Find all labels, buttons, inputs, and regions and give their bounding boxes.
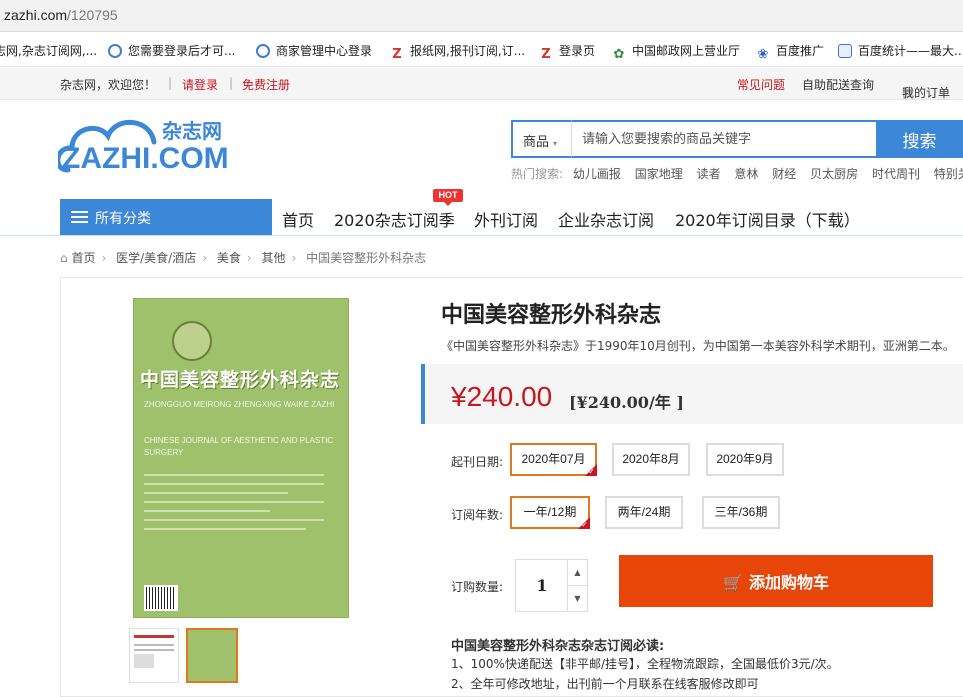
welcome-text: 杂志网，欢迎您！: [60, 78, 157, 92]
svg-text:杂志网: 杂志网: [162, 119, 222, 143]
start-option-selected[interactable]: 2020年07月 ✓: [510, 443, 597, 476]
barcode-icon: [144, 585, 178, 611]
menu-icon: [71, 211, 88, 223]
bookmark-icon: [838, 44, 852, 58]
check-icon: ✓: [581, 520, 588, 529]
cloud-logo-icon: ZAZHI.COM 杂志网: [55, 119, 229, 175]
period-option[interactable]: 两年/24期: [605, 496, 683, 529]
hot-word[interactable]: 财经: [772, 167, 796, 181]
bookmark-icon: [256, 44, 270, 58]
search-input[interactable]: [571, 120, 876, 158]
faq-link[interactable]: 常见问题: [737, 76, 785, 93]
hot-word[interactable]: 贝太厨房: [810, 167, 858, 181]
bookmark-icon: ❀: [757, 47, 769, 62]
hot-word[interactable]: 幼儿画报: [573, 167, 621, 181]
breadcrumb-item[interactable]: 其他: [262, 251, 286, 265]
site-logo[interactable]: ZAZHI.COM 杂志网: [55, 112, 258, 175]
hot-word[interactable]: 国家地理: [635, 167, 683, 181]
divider: |: [229, 76, 234, 90]
product-description: 《中国美容整形外科杂志》于1990年10月创刊，为中国第一本美容外科学术期刊，亚…: [441, 339, 955, 353]
cart-icon: 🛒: [723, 573, 743, 592]
breadcrumb-item[interactable]: 美食: [217, 251, 241, 265]
start-date-label: 起刊日期:: [451, 455, 504, 469]
quantity-value[interactable]: 1: [516, 576, 568, 595]
cover-title: 中国美容整形外科杂志: [140, 369, 341, 391]
cover-contents: [144, 474, 324, 537]
price-per-year: [¥240.00/年 ]: [569, 393, 684, 412]
breadcrumb-current: 中国美容整形外科杂志: [306, 251, 427, 265]
hot-word[interactable]: 意林: [734, 167, 758, 181]
add-to-cart-button[interactable]: 🛒 添加购物车: [619, 555, 933, 607]
notice-title: 中国美容整形外科杂志杂志订阅必读:: [451, 639, 665, 654]
period-option[interactable]: 三年/36期: [702, 496, 780, 529]
start-option[interactable]: 2020年8月: [612, 443, 690, 476]
bookmark-icon: Z: [392, 47, 402, 62]
bookmark-item[interactable]: Z 报纸网,报刊订阅,订...: [390, 42, 525, 62]
increment-icon[interactable]: ▲: [567, 560, 587, 586]
svg-text:ZAZHI.COM: ZAZHI.COM: [62, 142, 229, 174]
decrement-icon[interactable]: ▼: [567, 586, 587, 612]
nav-link-enterprise[interactable]: 企业杂志订阅: [558, 207, 654, 231]
product-cover-image[interactable]: 中国美容整形外科杂志 ZHONGGUO MEIRONG ZHENGXING WA…: [133, 298, 349, 618]
bookmark-item[interactable]: 志网,杂志订阅网,...: [0, 42, 97, 59]
product-title: 中国美容整形外科杂志: [441, 303, 662, 328]
hot-word[interactable]: 时代周刊: [872, 167, 920, 181]
notice-line: 1、100%快递配送【非平邮/挂号】，全程物流跟踪，全国最低价3元/次。: [451, 657, 839, 671]
notice-line: 2、全年可修改地址，出刊前一个月联系在线客服修改即可: [451, 677, 759, 691]
login-link[interactable]: 请登录: [182, 76, 218, 93]
bookmark-item[interactable]: 商家管理中心登录: [256, 42, 372, 59]
divider: |: [168, 76, 173, 90]
hot-word[interactable]: 读者: [697, 167, 721, 181]
home-icon: ⌂: [60, 251, 68, 265]
thumbnail-back[interactable]: [129, 628, 179, 683]
chevron-down-icon: ▾: [553, 139, 558, 148]
address-bar[interactable]: zazhi.com/120795: [0, 0, 963, 32]
nav-divider: [0, 235, 963, 236]
bookmarks-bar: 志网,杂志订阅网,... 您需要登录后才可... 商家管理中心登录 Z 报纸网,报…: [0, 33, 963, 67]
hot-word[interactable]: 特别关注: [934, 167, 963, 181]
all-categories-button[interactable]: 所有分类: [60, 199, 272, 235]
bookmark-item[interactable]: Z 登录页: [539, 42, 595, 62]
bookmark-item[interactable]: 您需要登录后才可...: [108, 42, 235, 59]
breadcrumb: ⌂ 首页 › 医学/美食/酒店 › 美食 › 其他 › 中国美容整形外科杂志: [60, 251, 427, 265]
check-icon: ✓: [588, 467, 595, 476]
quantity-label: 订购数量:: [451, 580, 504, 594]
search-category-select[interactable]: 商品 ▾: [511, 120, 571, 158]
hot-search-words: 热门搜索: 幼儿画报 国家地理 读者 意林 财经 贝太厨房 时代周刊 特别关注: [511, 165, 963, 182]
breadcrumb-item[interactable]: 医学/美食/酒店: [116, 251, 196, 265]
quantity-stepper: 1 ▲ ▼: [515, 559, 588, 612]
nav-link-foreign[interactable]: 外刊订阅: [474, 207, 538, 231]
bookmark-icon: ✿: [613, 47, 625, 62]
thumbnail-cover[interactable]: [186, 628, 238, 683]
journal-seal-icon: [172, 321, 212, 361]
nav-link-season[interactable]: 2020杂志订阅季: [334, 207, 455, 231]
nav-link-home[interactable]: 首页: [282, 207, 314, 231]
price: ¥240.00: [451, 381, 553, 412]
bookmark-item[interactable]: 百度统计——最大...: [838, 42, 963, 59]
bookmark-icon: [108, 44, 122, 58]
cover-pinyin: ZHONGGUO MEIRONG ZHENGXING WAIKE ZAZHI: [144, 400, 335, 409]
search-button[interactable]: 搜索: [876, 120, 963, 158]
bookmark-item[interactable]: ✿ 中国邮政网上营业厅: [612, 42, 740, 62]
period-option-selected[interactable]: 一年/12期 ✓: [510, 496, 590, 529]
register-link[interactable]: 免费注册: [242, 76, 290, 93]
bookmark-icon: Z: [541, 47, 551, 62]
cover-english: CHINESE JOURNAL OF AESTHETIC AND PLASTIC…: [144, 436, 334, 457]
top-bar: 杂志网，欢迎您！ | 请登录 | 免费注册 常见问题 自助配送查询 ▤ 我的订单: [0, 68, 963, 100]
period-label: 订阅年数:: [451, 508, 504, 522]
nav-link-catalog[interactable]: 2020年订阅目录（下载）: [675, 207, 860, 231]
start-option[interactable]: 2020年9月: [706, 443, 784, 476]
breadcrumb-item[interactable]: 首页: [71, 251, 95, 265]
bookmark-item[interactable]: ❀ 百度推广: [756, 42, 824, 62]
self-service-link[interactable]: 自助配送查询: [802, 76, 874, 93]
hot-badge: HOT: [433, 189, 463, 206]
hot-search-label: 热门搜索:: [511, 167, 564, 181]
url-text[interactable]: zazhi.com/120795: [4, 7, 118, 23]
